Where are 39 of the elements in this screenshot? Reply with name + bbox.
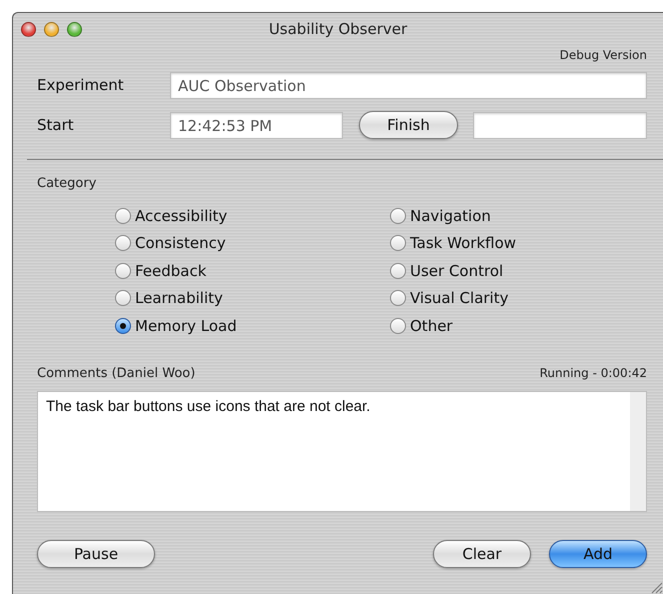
radio-option[interactable]: Feedback (115, 257, 390, 284)
zoom-button[interactable] (67, 22, 82, 37)
experiment-field[interactable]: AUC Observation (170, 72, 647, 99)
push-button[interactable]: Add (549, 540, 647, 568)
radio-icon[interactable] (390, 290, 406, 306)
window-title: Usability Observer (268, 19, 408, 40)
timer-status: Running - 0:00:42 (540, 364, 647, 382)
minimize-button[interactable] (44, 22, 59, 37)
radio-icon[interactable] (115, 235, 131, 252)
radio-option[interactable]: Navigation (390, 202, 663, 230)
radio-option[interactable]: Visual Clarity (390, 284, 663, 312)
radio-option[interactable]: Learnability (115, 284, 390, 312)
radio-icon[interactable] (390, 235, 406, 252)
end-time-field[interactable] (473, 112, 647, 138)
comment-textarea[interactable]: The task bar buttons use icons that are not clear. (37, 391, 647, 512)
section-label: Category (37, 176, 96, 191)
radio-icon[interactable] (390, 208, 406, 224)
start-time-field[interactable]: 12:42:53 PM (170, 112, 343, 138)
radio-option[interactable]: Task Workflow (390, 230, 663, 257)
radio-option[interactable]: User Control (390, 257, 663, 284)
radio-icon[interactable] (115, 318, 131, 334)
radio-icon[interactable] (115, 290, 131, 306)
field-label: Experiment (37, 75, 125, 96)
radio-option[interactable]: Memory Load (115, 312, 390, 340)
radio-icon[interactable] (390, 262, 406, 279)
radio-option[interactable]: Other (390, 312, 663, 340)
close-button[interactable] (21, 22, 36, 37)
push-button[interactable]: Pause (37, 540, 155, 568)
push-button[interactable]: Clear (433, 540, 531, 568)
radio-icon[interactable] (115, 208, 131, 224)
resize-grip-icon[interactable] (649, 580, 663, 594)
finish-button[interactable]: Finish (359, 111, 458, 139)
field-label: Start (37, 114, 75, 136)
radio-icon[interactable] (115, 262, 131, 279)
radio-option[interactable]: Accessibility (115, 202, 390, 230)
radio-icon[interactable] (390, 318, 406, 334)
debug-label: Debug Version (560, 47, 647, 64)
radio-option[interactable]: Consistency (115, 230, 390, 257)
comments-label: Comments (Daniel Woo) (37, 364, 196, 382)
